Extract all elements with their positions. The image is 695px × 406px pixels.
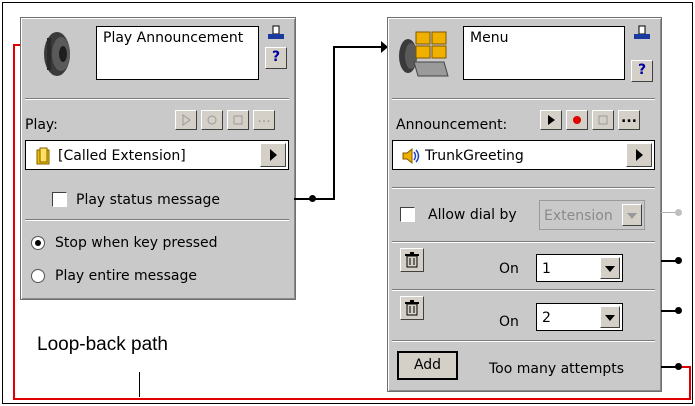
extension-value: [Called Extension] <box>58 148 186 164</box>
too-many-attempts-label: Too many attempts <box>489 361 625 377</box>
record-icon <box>207 115 217 125</box>
sound-icon <box>402 147 420 165</box>
play-announcement-block[interactable]: Play Announcement ? Play: ... [Called Ex… <box>20 17 296 300</box>
help-button[interactable]: ? <box>631 60 653 82</box>
pin-icon <box>268 25 284 39</box>
announcement-value: TrunkGreeting <box>425 148 524 164</box>
allow-dial-checkbox[interactable] <box>400 207 415 222</box>
key-1-on-label: On <box>499 261 519 277</box>
connector-line <box>661 260 676 262</box>
menu-title[interactable]: Menu <box>463 26 625 80</box>
key-2-on-label: On <box>499 314 519 330</box>
delete-key-1-button[interactable] <box>400 248 424 272</box>
loopback-line-left <box>13 44 15 400</box>
help-button[interactable]: ? <box>265 47 287 69</box>
stop-when-key-radio[interactable] <box>31 236 45 250</box>
play-announcement-title[interactable]: Play Announcement <box>96 26 259 80</box>
loopback-line-right <box>689 366 691 400</box>
chevron-right-icon <box>270 149 277 161</box>
record-icon <box>573 116 581 124</box>
separator <box>392 187 655 189</box>
key-1-value: 1 <box>542 261 551 277</box>
play-status-checkbox[interactable] <box>52 192 67 207</box>
separator <box>392 289 655 291</box>
key-2-value: 2 <box>542 310 551 326</box>
separator <box>392 340 655 342</box>
loopback-pointer <box>139 372 140 397</box>
separator <box>25 219 289 221</box>
play-label: Play: <box>25 117 58 133</box>
connector-line <box>661 212 676 213</box>
block-pin-button[interactable] <box>265 24 287 42</box>
announcement-label: Announcement: <box>396 117 508 133</box>
separator <box>25 98 289 100</box>
stop-when-key-label: Stop when key pressed <box>55 235 218 251</box>
play-entire-label: Play entire message <box>55 268 197 284</box>
record-media-button[interactable] <box>201 110 223 130</box>
key-2-select[interactable]: 2 <box>536 303 623 331</box>
folder-icon <box>36 147 50 165</box>
separator <box>392 241 655 243</box>
connector-dot[interactable] <box>675 363 682 370</box>
record-media-button[interactable] <box>566 110 588 130</box>
connector-dot[interactable] <box>675 307 682 314</box>
extension-submenu-button[interactable] <box>260 143 286 167</box>
media-controls-disabled: ... <box>175 110 285 132</box>
connector-dot-disabled[interactable] <box>675 209 682 216</box>
block-pin-button[interactable] <box>631 24 653 42</box>
allow-dial-dropdown-button[interactable] <box>622 204 642 226</box>
trash-icon <box>405 252 419 268</box>
stop-icon <box>233 115 243 125</box>
chevron-down-icon <box>605 266 615 272</box>
stop-media-button[interactable] <box>227 110 249 130</box>
allow-dial-select[interactable]: Extension <box>539 200 645 230</box>
play-icon <box>182 114 191 126</box>
more-options-button[interactable]: ... <box>618 110 640 130</box>
key-2-dropdown-button[interactable] <box>600 306 620 328</box>
loopback-label: Loop-back path <box>37 334 168 355</box>
separator <box>392 98 655 100</box>
connector-line <box>294 198 334 200</box>
connector-line <box>333 46 383 48</box>
menu-block[interactable]: Menu ? Announcement: ... TrunkGreeting A… <box>387 17 662 392</box>
allow-dial-value: Extension <box>544 208 613 224</box>
delete-key-2-button[interactable] <box>400 296 424 320</box>
connector-dot[interactable] <box>675 257 682 264</box>
connector-line <box>661 366 676 368</box>
announcement-submenu-button[interactable] <box>626 143 652 167</box>
stop-media-button[interactable] <box>592 110 614 130</box>
speaker-icon <box>33 26 81 82</box>
stop-icon <box>598 115 608 125</box>
play-status-label: Play status message <box>76 192 221 208</box>
play-media-button[interactable] <box>540 110 562 130</box>
play-media-button[interactable] <box>175 110 197 130</box>
play-entire-radio[interactable] <box>31 269 45 283</box>
add-key-button[interactable]: Add <box>397 351 458 380</box>
loopback-line-bottom <box>13 398 691 400</box>
connector-line <box>661 310 676 312</box>
allow-dial-label: Allow dial by <box>428 207 517 223</box>
chevron-down-icon <box>605 315 615 321</box>
connector-line <box>333 47 335 200</box>
announcement-select[interactable]: TrunkGreeting <box>392 140 655 170</box>
key-1-dropdown-button[interactable] <box>600 257 620 279</box>
key-1-select[interactable]: 1 <box>536 254 623 282</box>
pin-icon <box>634 25 650 39</box>
trash-icon <box>405 300 419 316</box>
menu-icon <box>394 26 454 82</box>
extension-select[interactable]: [Called Extension] <box>25 140 289 170</box>
play-icon <box>548 115 555 125</box>
chevron-right-icon <box>636 149 643 161</box>
chevron-down-icon <box>627 213 637 219</box>
more-options-button[interactable]: ... <box>253 110 275 130</box>
